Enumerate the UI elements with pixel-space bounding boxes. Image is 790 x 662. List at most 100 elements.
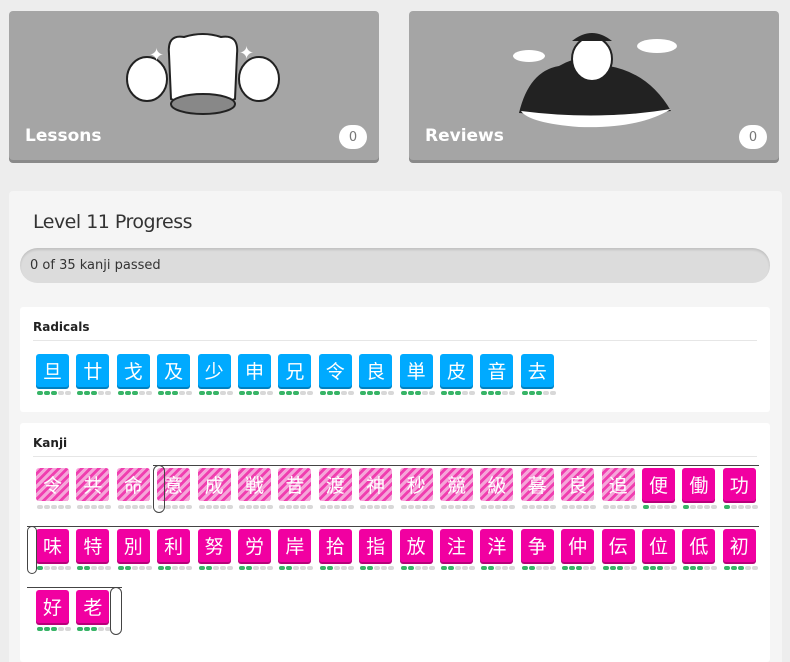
kanji-tile[interactable]: 指 xyxy=(359,529,393,562)
kanji-tile[interactable]: 級 xyxy=(480,468,514,501)
kanji-tile[interactable]: 利 xyxy=(157,529,191,562)
srs-pip xyxy=(239,505,245,509)
kanji-tile[interactable]: 良 xyxy=(561,468,595,501)
srs-pip xyxy=(528,505,535,509)
kanji-tile[interactable]: 追 xyxy=(601,468,635,501)
srs-pip xyxy=(737,566,744,570)
srs-pip xyxy=(212,391,219,395)
radical-tile[interactable]: 良 xyxy=(359,354,393,387)
kanji-tile[interactable]: 初 xyxy=(722,529,756,562)
srs-pip xyxy=(333,391,340,395)
kanji-tile[interactable]: 渡 xyxy=(318,468,352,501)
srs-pip xyxy=(381,391,388,395)
srs-pip xyxy=(145,391,152,395)
lessons-card[interactable]: ✦ ✦ Lessons 0 xyxy=(9,11,379,160)
kanji-tile[interactable]: 令 xyxy=(36,468,69,501)
srs-pip xyxy=(448,566,454,570)
srs-pip xyxy=(590,566,597,570)
kanji-tile[interactable]: 競 xyxy=(440,468,473,501)
srs-pip xyxy=(293,566,300,570)
srs-pip xyxy=(65,566,71,570)
srs-progress-pips xyxy=(117,566,152,570)
kanji-tile[interactable]: 伝 xyxy=(601,529,635,562)
srs-progress-pips xyxy=(37,627,71,631)
kanji-tile[interactable]: 低 xyxy=(682,529,716,562)
kanji-tile[interactable]: 注 xyxy=(440,529,473,562)
srs-pip xyxy=(576,566,583,570)
radical-tile[interactable]: 去 xyxy=(520,354,554,387)
kanji-tile[interactable]: 戦 xyxy=(238,468,271,501)
radical-tile[interactable]: 及 xyxy=(157,354,191,387)
kanji-tile[interactable]: 便 xyxy=(642,468,675,501)
srs-pip xyxy=(502,391,509,395)
srs-pip xyxy=(58,391,64,395)
srs-pip xyxy=(421,391,428,395)
srs-pip xyxy=(326,505,333,509)
srs-pip xyxy=(307,566,314,570)
srs-pip xyxy=(730,566,737,570)
radical-tile[interactable]: 兄 xyxy=(278,354,312,387)
kanji-tile[interactable]: 命 xyxy=(116,468,150,501)
kanji-tile[interactable]: 秒 xyxy=(399,468,433,501)
srs-pip xyxy=(51,391,57,395)
kanji-tile[interactable]: 洋 xyxy=(480,529,514,562)
kanji-tile[interactable]: 働 xyxy=(682,468,716,501)
srs-pip xyxy=(469,505,475,509)
kanji-tile[interactable]: 味 xyxy=(36,529,69,562)
srs-pip xyxy=(347,391,354,395)
srs-pip xyxy=(549,391,556,395)
kanji-tile[interactable]: 昔 xyxy=(278,468,312,501)
kanji-tile[interactable]: 努 xyxy=(197,529,231,562)
srs-pip xyxy=(138,505,145,509)
kanji-tile[interactable]: 位 xyxy=(642,529,675,562)
srs-pip xyxy=(521,566,528,570)
srs-pip xyxy=(286,505,293,509)
radical-tile[interactable]: 廿 xyxy=(76,354,110,387)
radical-tile[interactable]: 戈 xyxy=(116,354,150,387)
kanji-tile[interactable]: 好 xyxy=(36,590,69,623)
srs-progress-pips xyxy=(279,566,314,570)
srs-pip xyxy=(737,505,744,509)
srs-pip xyxy=(643,505,649,509)
srs-pip xyxy=(704,505,711,509)
kanji-tile[interactable]: 拾 xyxy=(318,529,352,562)
srs-pip xyxy=(421,505,428,509)
srs-pip xyxy=(630,505,637,509)
radical-tile[interactable]: 音 xyxy=(480,354,514,387)
srs-progress-pips xyxy=(158,391,193,395)
srs-pip xyxy=(267,505,273,509)
kanji-tile[interactable]: 別 xyxy=(116,529,150,562)
kanji-tile[interactable]: 特 xyxy=(76,529,110,562)
kanji-tile[interactable]: 神 xyxy=(359,468,393,501)
srs-pip xyxy=(186,566,193,570)
kanji-tile[interactable]: 共 xyxy=(76,468,110,501)
kanji-tile[interactable]: 争 xyxy=(520,529,554,562)
radical-tile[interactable]: 申 xyxy=(238,354,271,387)
group-bracket xyxy=(27,526,37,574)
srs-pip xyxy=(226,391,233,395)
srs-pip xyxy=(44,505,50,509)
kanji-tile[interactable]: 成 xyxy=(197,468,231,501)
srs-pip xyxy=(117,566,124,570)
srs-pip xyxy=(319,566,326,570)
srs-pip xyxy=(488,505,495,509)
kanji-tile[interactable]: 功 xyxy=(722,468,756,501)
kanji-tile[interactable]: 暮 xyxy=(520,468,554,501)
row-separator xyxy=(27,526,759,527)
srs-pip xyxy=(623,566,630,570)
radical-tile[interactable]: 単 xyxy=(399,354,433,387)
kanji-tile[interactable]: 岸 xyxy=(278,529,312,562)
radical-tile[interactable]: 少 xyxy=(197,354,231,387)
kanji-tile[interactable]: 労 xyxy=(238,529,271,562)
radical-tile[interactable]: 皮 xyxy=(440,354,473,387)
kanji-tile[interactable]: 放 xyxy=(399,529,433,562)
srs-pip xyxy=(360,566,367,570)
radical-tile[interactable]: 令 xyxy=(318,354,352,387)
srs-pip xyxy=(340,391,347,395)
srs-pip xyxy=(616,505,623,509)
kanji-tile[interactable]: 老 xyxy=(76,590,110,623)
srs-pip xyxy=(205,391,212,395)
kanji-tile[interactable]: 仲 xyxy=(561,529,595,562)
radical-tile[interactable]: 旦 xyxy=(36,354,69,387)
reviews-card[interactable]: Reviews 0 xyxy=(409,11,779,160)
